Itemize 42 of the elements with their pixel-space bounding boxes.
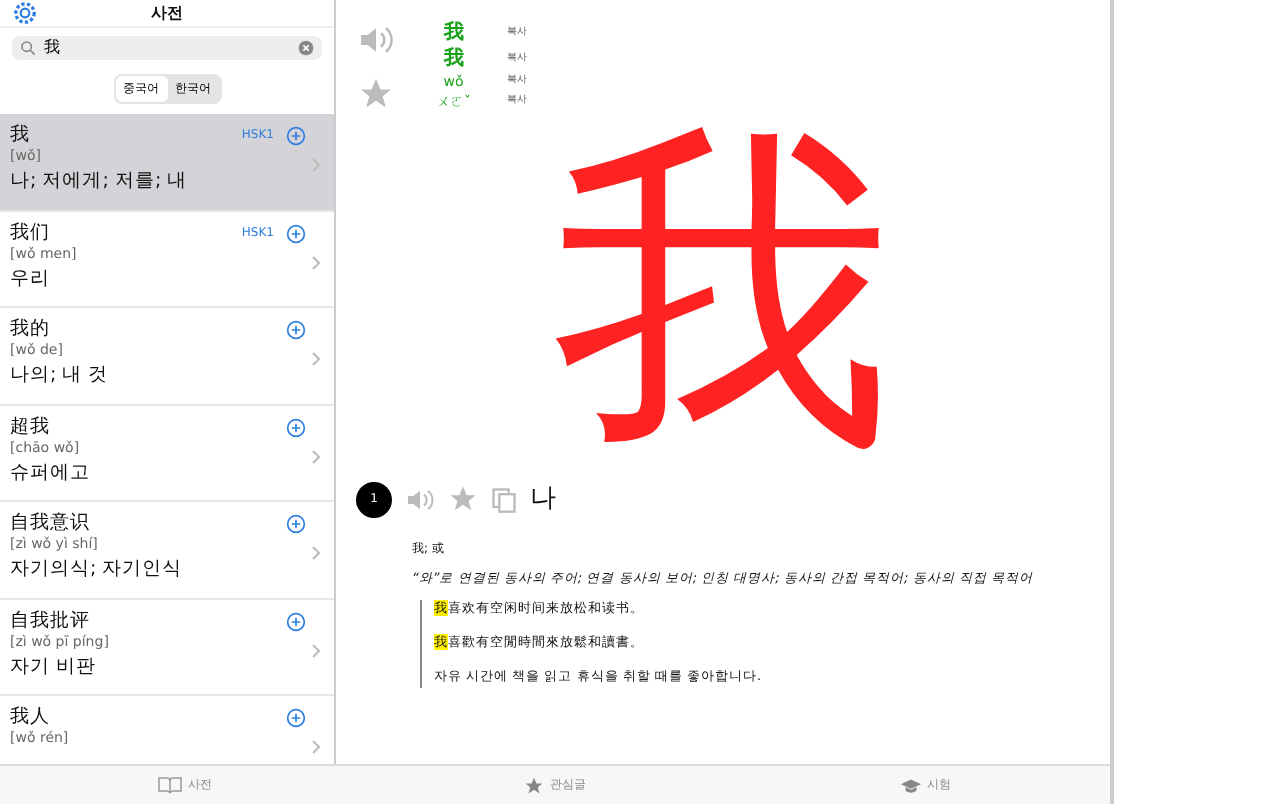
copy-icon[interactable] <box>490 485 518 514</box>
headword: 自我意识 <box>10 512 90 536</box>
clear-icon[interactable] <box>298 40 314 56</box>
sense-meaning: 나 <box>530 482 556 518</box>
sidebar-title: 사전 <box>151 3 183 21</box>
add-icon[interactable] <box>286 708 306 728</box>
chevron-icon <box>312 449 320 463</box>
chevron-icon <box>312 643 320 657</box>
chevron-icon <box>312 546 320 560</box>
add-icon[interactable] <box>286 417 306 437</box>
star-icon[interactable] <box>448 484 478 515</box>
add-icon[interactable] <box>286 320 306 340</box>
meaning: 우리 <box>10 265 50 293</box>
chevron-icon <box>312 352 320 366</box>
book-icon <box>158 776 182 794</box>
meaning: 나의; 내 것 <box>10 362 109 390</box>
search-field[interactable]: 我 <box>44 36 290 60</box>
add-icon[interactable] <box>286 223 306 243</box>
meaning: 나; 저에게; 저를; 내 <box>10 168 188 196</box>
hanzi-form: 我 <box>441 47 466 71</box>
meaning: 슈퍼에고 <box>10 459 90 487</box>
headword: 我们 <box>10 221 50 245</box>
add-icon[interactable] <box>286 514 306 534</box>
meaning: 자기의식; 자기인식 <box>10 556 183 584</box>
graduation-cap-icon <box>899 777 921 793</box>
meaning: 자기 비판 <box>10 653 97 681</box>
headword: 自我批评 <box>10 609 90 633</box>
star-icon[interactable] <box>524 775 544 795</box>
headword: 超我 <box>10 415 50 439</box>
headword: 我的 <box>10 318 50 342</box>
chevron-icon <box>312 740 320 754</box>
settings-icon[interactable] <box>12 0 38 26</box>
hanzi-form: 我 <box>441 21 466 45</box>
chevron-icon <box>312 255 320 269</box>
headword: 我 <box>10 124 30 148</box>
star-icon[interactable] <box>358 76 394 112</box>
search-icon <box>20 40 36 56</box>
add-icon[interactable] <box>286 126 306 146</box>
stroke-order-character: 我 <box>553 112 893 472</box>
search-bar[interactable]: 我 <box>12 36 322 60</box>
headword: 我人 <box>10 706 50 730</box>
add-icon[interactable] <box>286 611 306 631</box>
